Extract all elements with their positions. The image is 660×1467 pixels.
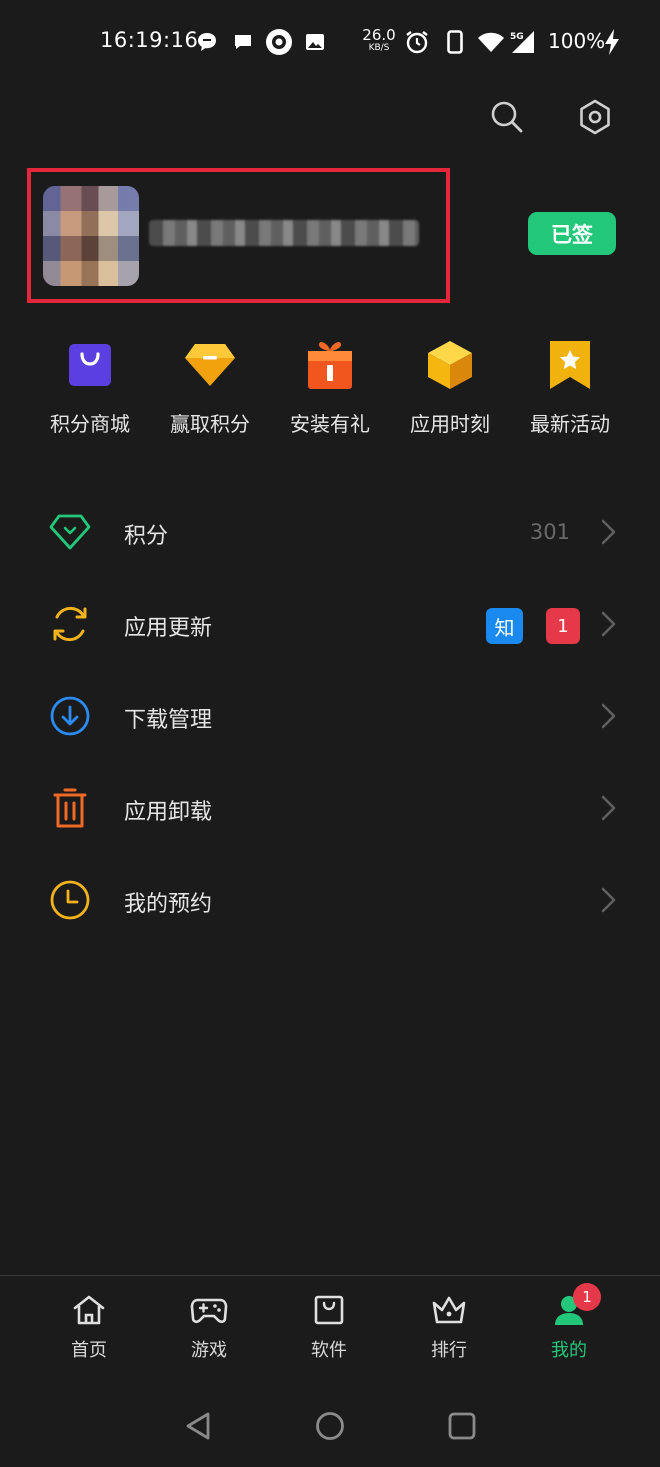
quick-action-app-moment[interactable]: 应用时刻 [390,338,510,437]
menu-item-label: 积分 [124,524,169,549]
quick-action-label: 最新活动 [530,412,610,436]
nav-tab-home[interactable]: 首页 [29,1276,149,1375]
quick-action-install-gift[interactable]: 安装有礼 [270,338,390,437]
home-icon [72,1294,106,1330]
profile-card[interactable] [27,168,450,303]
bottom-nav: 首页 游戏 软件 排行 我的 1 [0,1275,660,1375]
username [149,220,150,221]
home-circle-icon[interactable] [312,1408,348,1444]
net-speed-unit: KB/S [368,43,390,53]
quick-action-label: 赢取积分 [170,412,250,436]
menu-item-app-uninstall[interactable]: 应用卸载 [0,762,660,854]
software-bag-icon [313,1294,345,1330]
signal-network-label: 5G [510,32,524,42]
menu-item-label: 下载管理 [124,708,213,733]
menu-item-download-manager[interactable]: 下载管理 [0,670,660,762]
status-bar: 16:19:16 26.0 KB/S 5G 100% [0,0,660,84]
download-icon [48,694,92,738]
refresh-icon [48,602,92,646]
alarm-icon [402,28,432,56]
chevron-right-icon [596,794,620,822]
notification-badge: 1 [573,1283,601,1311]
shopping-bag-icon [63,338,117,392]
quick-action-label: 应用时刻 [410,412,490,436]
settings-icon[interactable] [574,96,616,138]
menu-list: 积分 301 应用更新 下载管理 应用卸载 我的预约 知 1 [0,486,660,946]
cube-icon [423,338,477,392]
net-speed-value: 26.0 [362,26,396,44]
search-icon[interactable] [486,96,528,138]
phone-icon [444,28,466,56]
nav-tab-mine[interactable]: 我的 1 [509,1276,629,1375]
trash-icon [48,786,92,830]
gamepad-icon [190,1294,228,1330]
menu-item-label: 应用卸载 [124,800,213,825]
clock-icon [48,878,92,922]
nav-label: 软件 [311,1340,347,1361]
nav-label: 游戏 [191,1340,227,1361]
battery-percent: 100% [548,29,606,53]
app-eye-icon [264,28,294,56]
chevron-right-icon [596,610,620,638]
signed-button[interactable]: 已签 [528,212,616,255]
points-value: 301 [529,520,570,544]
top-actions [486,96,616,138]
net-speed: 26.0 KB/S [362,28,396,53]
signal-5g-icon: 5G [508,28,536,56]
menu-item-label: 我的预约 [124,892,213,917]
quick-action-label: 安装有礼 [290,412,370,436]
quick-action-points-mall[interactable]: 积分商城 [30,338,150,437]
quick-action-latest-events[interactable]: 最新活动 [510,338,630,437]
menu-item-points[interactable]: 积分 301 [0,486,660,578]
avatar[interactable] [43,186,139,286]
recents-icon[interactable] [444,1408,480,1444]
star-bookmark-icon [543,338,597,392]
quick-actions: 积分商城 赢取积分 安装有礼 应用时刻 最新活动 [30,338,630,437]
wifi-icon [476,28,506,56]
gem-icon [48,510,92,554]
menu-item-my-reservations[interactable]: 我的预约 [0,854,660,946]
nav-label: 我的 [551,1340,587,1361]
nav-tab-ranking[interactable]: 排行 [389,1276,509,1375]
status-time: 16:19:16 [100,28,199,52]
nav-label: 排行 [431,1340,467,1361]
diamond-icon [183,338,237,392]
username-blurred [149,220,419,246]
chevron-right-icon [596,886,620,914]
zhi-badge: 知 [486,608,523,644]
nav-label: 首页 [71,1340,107,1361]
update-count-badge: 1 [546,608,580,644]
quick-action-earn-points[interactable]: 赢取积分 [150,338,270,437]
back-icon[interactable] [180,1408,216,1444]
chevron-right-icon [596,518,620,546]
chat-bubble-icon [194,28,220,56]
nav-tab-software[interactable]: 软件 [269,1276,389,1375]
image-icon [302,28,328,56]
menu-item-label: 应用更新 [124,616,213,641]
message-icon [230,28,256,56]
gift-icon [303,338,357,392]
charging-icon [602,28,622,56]
system-nav [0,1395,660,1457]
quick-action-label: 积分商城 [50,412,130,436]
chevron-right-icon [596,702,620,730]
crown-icon [431,1294,467,1330]
nav-tab-games[interactable]: 游戏 [149,1276,269,1375]
